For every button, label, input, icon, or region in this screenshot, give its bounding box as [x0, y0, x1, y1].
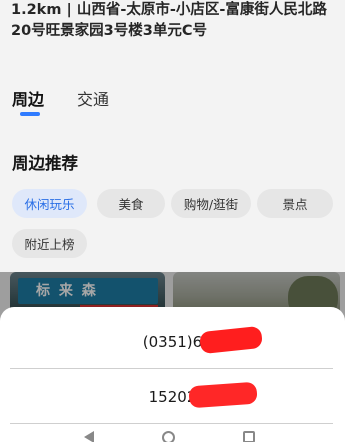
phone-option-1[interactable]: (0351)6 — [0, 312, 345, 372]
chip-food[interactable]: 美食 — [97, 189, 165, 218]
tab-transport[interactable]: 交通 — [77, 86, 109, 110]
address-line-1: 1.2km | 山西省-太原市-小店区-富康街人民北路 — [11, 2, 327, 18]
phone-number: 15202 — [149, 381, 258, 409]
recent-apps-icon[interactable] — [243, 431, 255, 442]
system-nav-bar — [0, 425, 345, 442]
tab-nearby[interactable]: 周边 — [12, 86, 44, 110]
section-title: 周边推荐 — [12, 154, 78, 173]
tab-bar: 周边 交通 — [0, 80, 345, 120]
phone-number: (0351)6 — [143, 325, 263, 355]
chip-shopping[interactable]: 购物/逛街 — [171, 189, 251, 218]
phone-action-sheet: (0351)6 15202 — [0, 307, 345, 442]
redaction-mark — [198, 325, 263, 355]
chip-leisure[interactable]: 休闲玩乐 — [12, 189, 87, 218]
address-text: 1.2km | 山西省-太原市-小店区-富康街人民北路 20号旺景家园3号楼3单… — [11, 0, 337, 42]
back-icon[interactable] — [84, 431, 94, 442]
chip-nearby-ranking[interactable]: 附近上榜 — [12, 229, 87, 258]
phone-option-2[interactable]: 15202 — [0, 367, 345, 427]
divider — [10, 423, 333, 424]
redaction-mark — [187, 381, 258, 409]
active-tab-indicator — [20, 112, 40, 116]
chip-attractions[interactable]: 景点 — [257, 189, 333, 218]
home-icon[interactable] — [162, 431, 175, 442]
address-line-2: 20号旺景家园3号楼3单元C号 — [11, 23, 207, 39]
